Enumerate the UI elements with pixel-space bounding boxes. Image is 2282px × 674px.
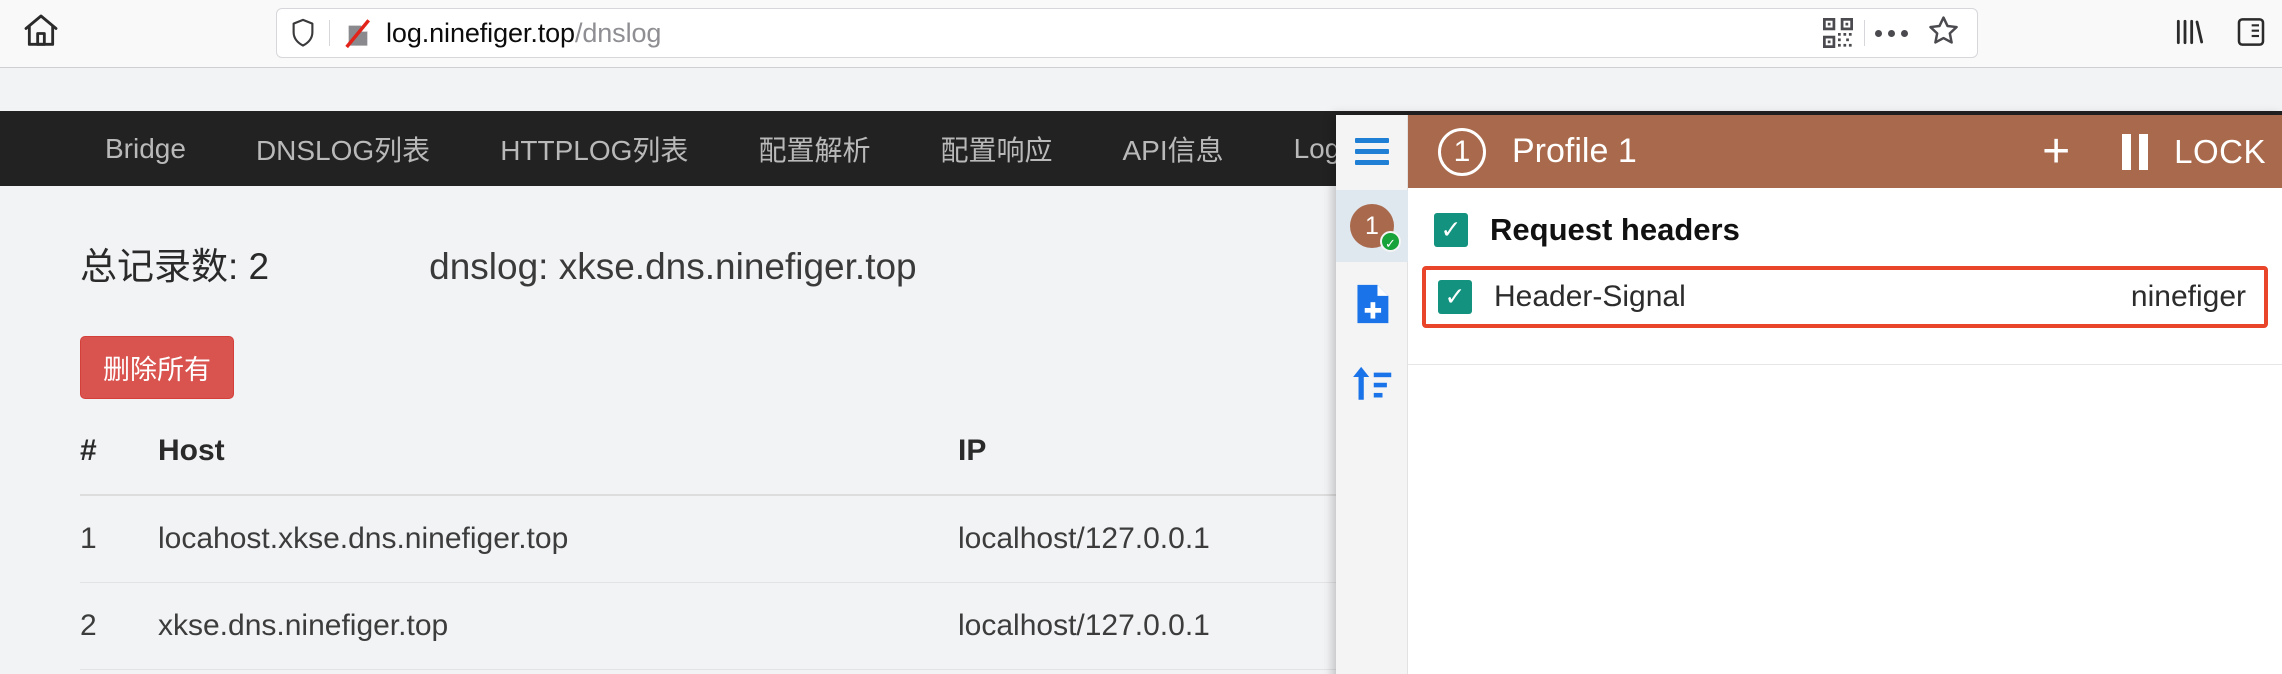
profile-title: Profile 1: [1512, 132, 1637, 170]
rail-item-new-profile[interactable]: [1336, 270, 1408, 342]
sort-ascending-icon: [1351, 364, 1393, 409]
dnslog-domain-label: dnslog: xkse.dns.ninefiger.top: [429, 246, 917, 287]
url-host: log.ninefiger.top: [386, 17, 575, 48]
library-icon: [2173, 16, 2205, 53]
panel-left-rail: 1 ✓: [1336, 115, 1408, 674]
requestly-overlay-panel: 1 ✓ 1 Profile 1 + LOCK ✓ Request headers…: [1336, 115, 2282, 674]
nav-item-config-response[interactable]: 配置响应: [940, 129, 1052, 169]
header-signal-name[interactable]: Header-Signal: [1494, 280, 1686, 314]
total-records-label: 总记录数: 2: [80, 246, 270, 287]
nav-item-api-info[interactable]: API信息: [1122, 129, 1223, 169]
reader-view-button[interactable]: [2220, 3, 2282, 65]
library-button[interactable]: [2158, 3, 2220, 65]
column-header-index[interactable]: #: [80, 434, 158, 496]
cell-index: 2: [80, 582, 158, 670]
home-button[interactable]: [12, 4, 70, 62]
header-signal-checkbox[interactable]: ✓: [1438, 280, 1472, 314]
url-path: /dnslog: [574, 17, 662, 48]
urlbar-separator-2: [1864, 20, 1865, 46]
page-actions-button[interactable]: [1865, 12, 1917, 54]
shield-icon[interactable]: [277, 9, 329, 57]
header-signal-value[interactable]: ninefiger: [2131, 280, 2246, 314]
request-headers-checkbox[interactable]: ✓: [1434, 213, 1468, 247]
tracker-protection-disabled-icon[interactable]: [330, 9, 386, 57]
cell-index: 1: [80, 495, 158, 583]
rail-item-sort[interactable]: [1336, 350, 1408, 422]
pause-icon: [2122, 133, 2149, 170]
hamburger-menu-icon: [1355, 138, 1389, 165]
chrome-right-buttons: [2158, 0, 2282, 68]
profile-avatar-number: 1: [1365, 211, 1379, 240]
star-icon: [1927, 14, 1960, 52]
pause-button[interactable]: [2096, 133, 2174, 170]
profile-avatar: 1 ✓: [1350, 204, 1401, 252]
lock-button[interactable]: LOCK: [2174, 133, 2282, 171]
nav-item-bridge[interactable]: Bridge: [105, 133, 186, 165]
qr-code-button[interactable]: [1812, 12, 1864, 54]
panel-body: ✓ Request headers ✓ Header-Signal ninefi…: [1408, 188, 2282, 674]
delete-all-button[interactable]: 删除所有: [80, 336, 234, 399]
profile-number-badge: 1: [1438, 127, 1486, 176]
nav-item-config-parse[interactable]: 配置解析: [758, 129, 870, 169]
ellipsis-icon: [1874, 29, 1908, 37]
page-content-area: Bridge DNSLOG列表 HTTPLOG列表 配置解析 配置响应 API信…: [0, 68, 2282, 674]
panel-header-actions: + LOCK: [2016, 127, 2282, 175]
hamburger-menu-button[interactable]: [1336, 115, 1408, 188]
profile-enabled-check-icon: ✓: [1380, 231, 1401, 252]
reader-view-icon: [2236, 16, 2266, 53]
cell-host: locahost.xkse.dns.ninefiger.top: [158, 495, 958, 583]
panel-header: 1 Profile 1 + LOCK: [1408, 115, 2282, 188]
panel-divider: [1408, 364, 2282, 365]
home-icon: [21, 11, 61, 56]
header-signal-row[interactable]: ✓ Header-Signal ninefiger: [1422, 266, 2268, 328]
cell-host: xkse.dns.ninefiger.top: [158, 582, 958, 670]
summary-row: 总记录数: 2 dnslog: xkse.dns.ninefiger.top: [0, 236, 917, 290]
new-file-icon: [1352, 282, 1392, 331]
column-header-host[interactable]: Host: [158, 434, 958, 496]
rail-item-profile-1[interactable]: 1 ✓: [1336, 190, 1408, 262]
url-text: log.ninefiger.top/dnslog: [386, 18, 1812, 49]
bookmark-button[interactable]: [1917, 12, 1969, 54]
browser-chrome: log.ninefiger.top/dnslog: [0, 0, 2282, 68]
request-headers-label: Request headers: [1490, 212, 1740, 247]
request-headers-group: ✓ Request headers: [1408, 188, 2282, 258]
url-bar[interactable]: log.ninefiger.top/dnslog: [276, 8, 1978, 58]
nav-item-httplog-list[interactable]: HTTPLOG列表: [500, 129, 688, 169]
add-rule-button[interactable]: +: [2016, 127, 2096, 175]
nav-item-dnslog-list[interactable]: DNSLOG列表: [256, 129, 430, 169]
urlbar-actions: [1812, 9, 1977, 57]
qr-code-icon: [1823, 18, 1853, 48]
